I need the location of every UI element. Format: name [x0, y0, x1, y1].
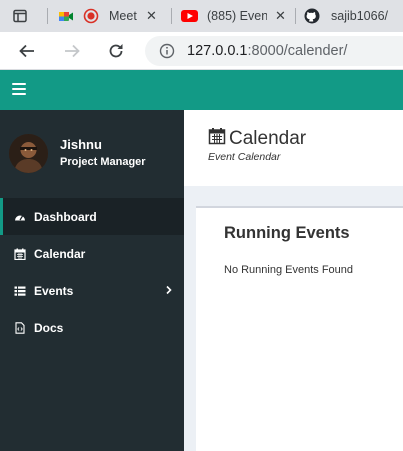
- sidebar-item-label: Events: [34, 283, 74, 298]
- list-icon: [14, 285, 26, 297]
- github-icon: [304, 8, 320, 24]
- sidebar-menu: Dashboard Calendar Events Docs: [0, 198, 184, 346]
- sidebar-item-docs[interactable]: Docs: [0, 309, 184, 346]
- tab-youtube[interactable]: (885) Event ✕: [181, 0, 291, 32]
- page-subtitle: Event Calendar: [208, 151, 281, 163]
- sidebar-item-calendar[interactable]: Calendar: [0, 235, 184, 272]
- sidebar-item-label: Calendar: [34, 246, 86, 261]
- dashboard-icon: [14, 211, 26, 223]
- tab-search-button[interactable]: [12, 0, 28, 32]
- sidebar-item-label: Dashboard: [34, 209, 97, 224]
- close-icon[interactable]: ✕: [146, 8, 157, 24]
- tab-meet[interactable]: Meet ✕: [58, 0, 168, 32]
- address-bar[interactable]: 127.0.0.1:8000/calender/: [145, 36, 403, 66]
- user-panel: Jishnu Project Manager: [0, 110, 184, 196]
- back-arrow-icon: [19, 44, 34, 58]
- recording-icon: [83, 8, 99, 24]
- sidebar-item-label: Docs: [34, 320, 64, 335]
- calendar-icon: [14, 248, 26, 260]
- sidebar: Jishnu Project Manager Dashboard Calenda…: [0, 110, 184, 451]
- app-header: [0, 70, 403, 110]
- forward-arrow-icon: [65, 44, 80, 58]
- youtube-icon: [181, 10, 198, 22]
- page-title: Calendar: [208, 127, 306, 151]
- google-meet-icon: [58, 8, 74, 24]
- sidebar-item-dashboard[interactable]: Dashboard: [0, 198, 184, 235]
- reload-button[interactable]: [101, 36, 131, 66]
- box-title: Running Events: [224, 224, 350, 242]
- url-host: 127.0.0.1: [187, 43, 248, 59]
- tab-label: (885) Event: [207, 9, 267, 23]
- browser-tab-strip: Meet ✕ (885) Event ✕ sajib1066/: [0, 0, 403, 32]
- sidebar-toggle-icon[interactable]: [12, 83, 26, 97]
- running-events-box: Running Events No Running Events Found: [196, 206, 403, 451]
- sidebar-item-events[interactable]: Events: [0, 272, 184, 309]
- chevron-right-icon: [165, 284, 173, 298]
- tab-list-icon: [12, 8, 28, 24]
- back-button[interactable]: [12, 36, 42, 66]
- user-name: Jishnu: [60, 137, 102, 152]
- page-title-text: Calendar: [229, 128, 307, 149]
- file-code-icon: [14, 321, 26, 334]
- reload-icon: [109, 44, 123, 58]
- url-path: :8000/calender/: [247, 43, 348, 59]
- url-text: 127.0.0.1:8000/calender/: [187, 43, 347, 59]
- close-icon[interactable]: ✕: [275, 8, 286, 24]
- info-icon[interactable]: [159, 43, 175, 59]
- avatar: [9, 134, 48, 173]
- calendar-icon: [208, 127, 226, 151]
- content-header: Calendar Event Calendar: [184, 110, 403, 186]
- user-role: Project Manager: [60, 156, 146, 168]
- tab-label: Meet: [109, 9, 137, 23]
- forward-button[interactable]: [57, 36, 87, 66]
- main-content: Calendar Event Calendar Running Events N…: [184, 110, 403, 451]
- empty-state-text: No Running Events Found: [224, 264, 354, 276]
- tab-github[interactable]: sajib1066/: [304, 0, 403, 32]
- browser-toolbar: 127.0.0.1:8000/calender/: [0, 32, 403, 70]
- tab-label: sajib1066/: [331, 9, 388, 23]
